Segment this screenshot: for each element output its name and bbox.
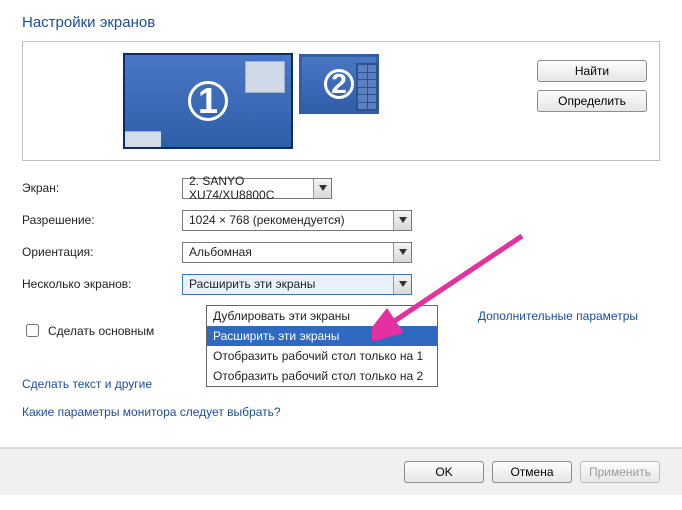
resolution-label: Разрешение: — [22, 213, 182, 227]
find-button[interactable]: Найти — [537, 60, 647, 82]
orientation-label: Ориентация: — [22, 245, 182, 259]
multiple-displays-value: Расширить эти экраны — [189, 277, 315, 291]
resolution-combo[interactable]: 1024 × 768 (рекомендуется) — [182, 210, 412, 231]
detect-button[interactable]: Определить — [537, 90, 647, 112]
taskbar-thumb-icon — [125, 131, 161, 147]
page-title: Настройки экранов — [22, 14, 660, 31]
monitor-2[interactable]: 2 — [299, 54, 379, 114]
dropdown-option[interactable]: Отобразить рабочий стол только на 1 — [207, 346, 437, 366]
dropdown-option[interactable]: Дублировать эти экраны — [207, 306, 437, 326]
dialog-footer: OK Отмена Применить — [0, 448, 682, 495]
orientation-value: Альбомная — [189, 245, 252, 259]
multiple-displays-dropdown: Дублировать эти экраныРасширить эти экра… — [206, 305, 438, 387]
make-main-label: Сделать основным — [48, 324, 154, 338]
screen-combo[interactable]: 2. SANYO XU74/XU8800C — [182, 178, 332, 199]
resolution-value: 1024 × 768 (рекомендуется) — [189, 213, 345, 227]
monitor-1[interactable]: 1 — [123, 53, 293, 149]
chevron-down-icon — [393, 243, 411, 262]
orientation-combo[interactable]: Альбомная — [182, 242, 412, 263]
chevron-down-icon — [393, 275, 411, 294]
apply-button[interactable]: Применить — [580, 461, 660, 483]
make-main-checkbox[interactable] — [26, 324, 39, 337]
monitor-params-help-link[interactable]: Какие параметры монитора следует выбрать… — [22, 405, 660, 419]
screen-value: 2. SANYO XU74/XU8800C — [189, 174, 309, 202]
cancel-button[interactable]: Отмена — [492, 461, 572, 483]
advanced-settings-link[interactable]: Дополнительные параметры — [478, 309, 638, 323]
monitor-2-number: 2 — [324, 69, 354, 99]
monitor-1-number: 1 — [188, 81, 228, 121]
chevron-down-icon — [313, 179, 331, 198]
dropdown-option[interactable]: Отобразить рабочий стол только на 2 — [207, 366, 437, 386]
monitor-preview-box: 1 2 Найти Определить — [22, 41, 660, 161]
grid-thumb-icon — [356, 63, 378, 111]
chevron-down-icon — [393, 211, 411, 230]
multiple-displays-combo[interactable]: Расширить эти экраны — [182, 274, 412, 295]
multiple-displays-label: Несколько экранов: — [22, 277, 182, 291]
screen-label: Экран: — [22, 181, 182, 195]
dropdown-option[interactable]: Расширить эти экраны — [207, 326, 437, 346]
window-thumb-icon — [245, 61, 285, 93]
ok-button[interactable]: OK — [404, 461, 484, 483]
